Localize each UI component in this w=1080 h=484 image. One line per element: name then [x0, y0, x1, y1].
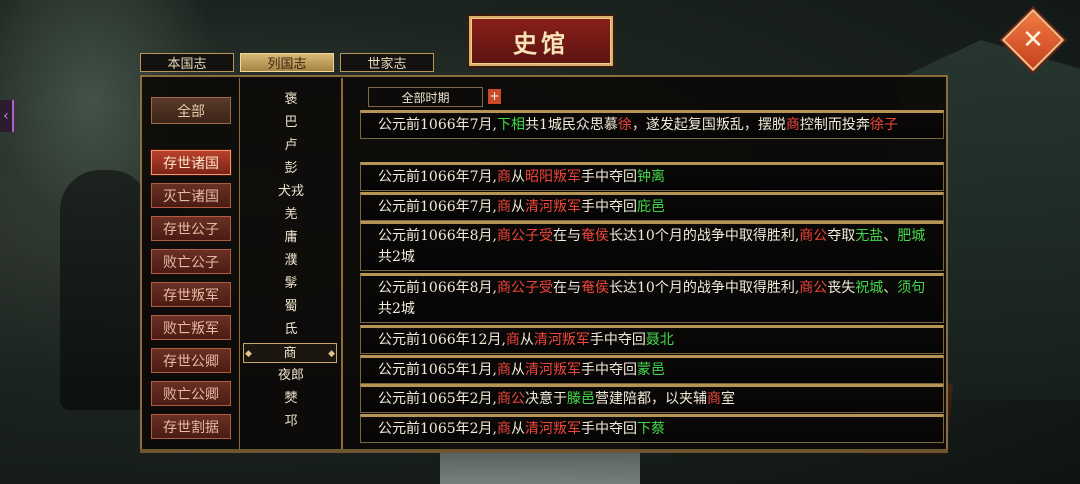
side-panel-toggle[interactable]: ‹	[0, 100, 14, 132]
event-entry: 公元前1066年7月,商从清河叛军手中夺回庇邑	[360, 191, 944, 221]
chevron-left-icon: ‹	[3, 108, 9, 124]
country-item[interactable]: 褒	[241, 90, 341, 110]
category-button[interactable]: 败亡公卿	[151, 381, 231, 406]
category-button[interactable]: 存世公卿	[151, 348, 231, 373]
event-entry: 公元前1066年8月,商公子受在与奄侯长达10个月的战争中取得胜利,商公夺取无盐…	[360, 221, 944, 271]
category-all-button[interactable]: 全部	[151, 97, 231, 124]
page-title: 史馆	[469, 16, 613, 66]
country-item[interactable]: 濮	[241, 251, 341, 271]
country-item[interactable]: 庸	[241, 228, 341, 248]
country-item[interactable]: 夜郎	[241, 366, 341, 386]
country-item[interactable]: 羌	[241, 205, 341, 225]
country-item[interactable]: 蜀	[241, 297, 341, 317]
country-item[interactable]: 卢	[241, 136, 341, 156]
country-item[interactable]: 髳	[241, 274, 341, 294]
event-entry: 公元前1066年8月,商公子受在与奄侯长达10个月的战争中取得胜利,商公丧失祝城…	[360, 273, 944, 323]
tab-benguozhi[interactable]: 本国志	[140, 53, 234, 72]
category-button[interactable]: 败亡公子	[151, 249, 231, 274]
event-entry: 公元前1065年1月,商从清河叛军手中夺回蒙邑	[360, 354, 944, 384]
event-entry: 公元前1066年7月,商从昭阳叛军手中夺回钟离	[360, 162, 944, 191]
country-item[interactable]: 彭	[241, 159, 341, 179]
category-button[interactable]: 存世割据	[151, 414, 231, 439]
country-item[interactable]: 邛	[241, 412, 341, 432]
category-button[interactable]: 存世诸国	[151, 150, 231, 175]
background-figure	[60, 170, 150, 410]
country-item[interactable]: 僰	[241, 389, 341, 409]
frame-bottom-border	[140, 449, 948, 453]
period-select[interactable]: 全部时期	[368, 87, 483, 107]
country-item[interactable]: 犬戎	[241, 182, 341, 202]
event-entry: 公元前1065年2月,商公决意于滕邑营建陪都，以夹辅商室	[360, 384, 944, 413]
country-list[interactable]: 褒巴卢彭犬戎羌庸濮髳蜀氐商夜郎僰邛	[241, 78, 343, 450]
category-button[interactable]: 存世叛军	[151, 282, 231, 307]
country-item[interactable]: 商	[243, 343, 337, 364]
tab-lieguozhi[interactable]: 列国志	[240, 53, 334, 72]
category-button[interactable]: 存世公子	[151, 216, 231, 241]
close-icon: ✕	[1022, 25, 1044, 55]
plus-icon[interactable]: +	[488, 89, 501, 104]
event-entry: 公元前1066年12月,商从清河叛军手中夺回聂北	[360, 325, 944, 354]
tab-shijiazhi[interactable]: 世家志	[340, 53, 434, 72]
category-button[interactable]: 败亡叛军	[151, 315, 231, 340]
country-item[interactable]: 巴	[241, 113, 341, 133]
event-entry: 公元前1066年7月,下相共1城民众思慕徐，遂发起复国叛乱，摆脱商控制而投奔徐子	[360, 110, 944, 139]
country-item[interactable]: 氐	[241, 320, 341, 340]
category-button[interactable]: 灭亡诸国	[151, 183, 231, 208]
event-entry: 公元前1065年2月,商从清河叛军手中夺回下蔡	[360, 413, 944, 443]
event-list[interactable]: 公元前1066年7月,下相共1城民众思慕徐，遂发起复国叛乱，摆脱商控制而投奔徐子…	[360, 110, 944, 448]
